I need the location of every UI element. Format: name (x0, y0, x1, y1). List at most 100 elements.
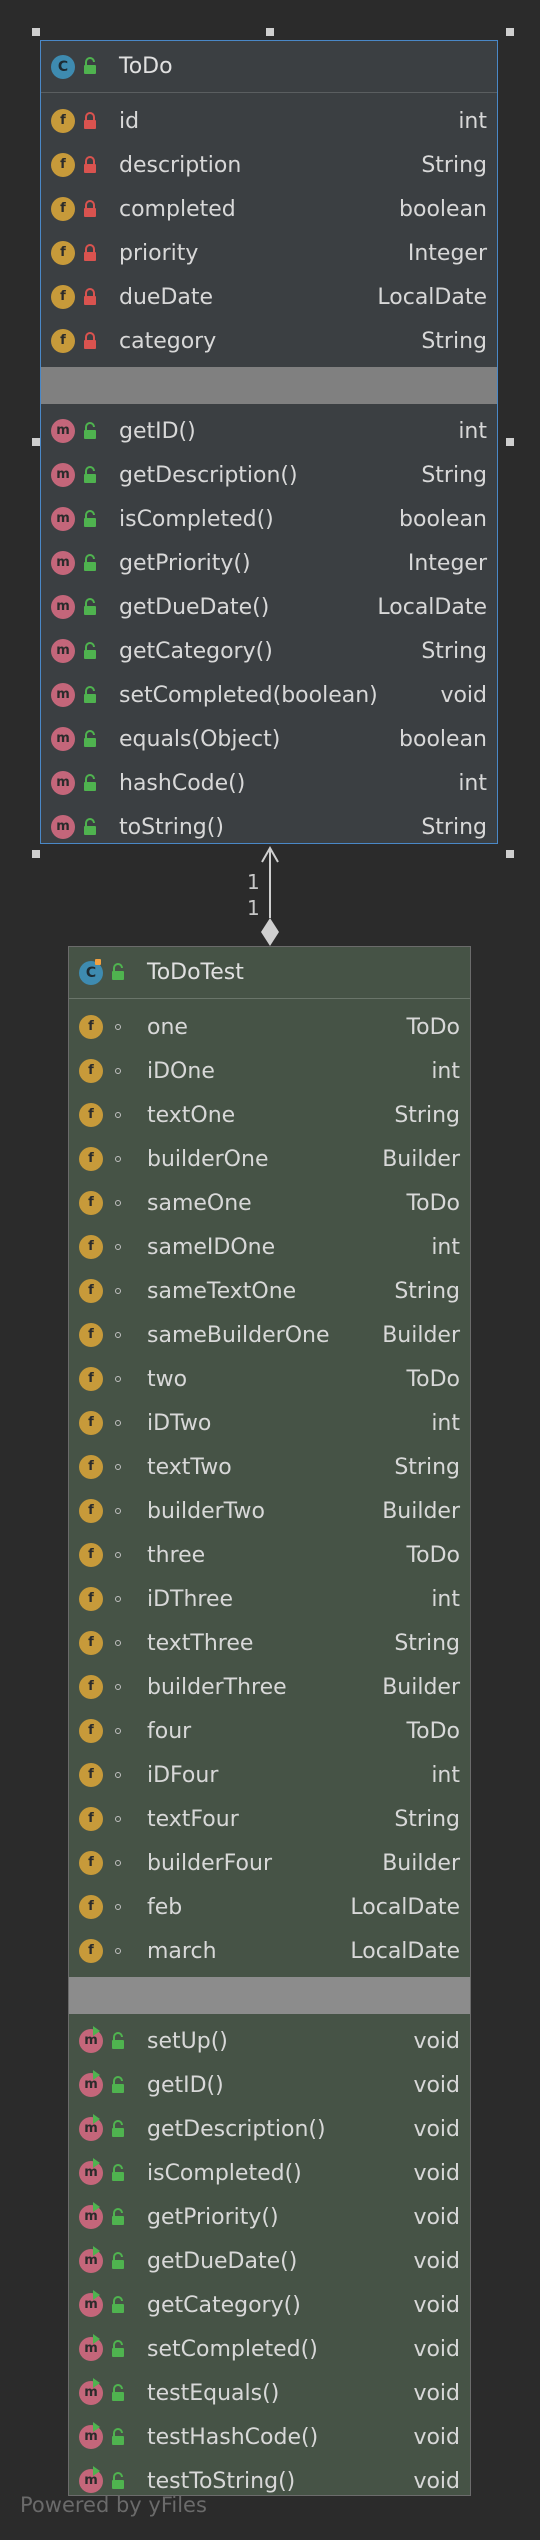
package-private-icon (115, 1464, 121, 1470)
multiplicity-source: 1 (247, 870, 260, 894)
method-name: getID() (147, 2073, 224, 2098)
class-name: ToDoTest (147, 960, 244, 985)
field-row[interactable]: f march LocalDate (69, 1930, 470, 1974)
field-icon: f (79, 1939, 103, 1963)
method-name: testHashCode() (147, 2425, 319, 2450)
field-row[interactable]: f builderFour Builder (69, 1842, 470, 1886)
package-private-icon (115, 1860, 121, 1866)
field-type: Builder (382, 1323, 460, 1348)
field-row[interactable]: f sameIDOne int (69, 1226, 470, 1270)
field-name: textThree (147, 1631, 254, 1656)
method-name: setUp() (147, 2029, 228, 2054)
field-row[interactable]: f iDOne int (69, 1050, 470, 1094)
field-name: textOne (147, 1103, 236, 1128)
field-icon: f (79, 1851, 103, 1875)
field-row[interactable]: f textFour String (69, 1798, 470, 1842)
field-icon: f (79, 1807, 103, 1831)
field-name: iDTwo (147, 1411, 212, 1436)
method-row[interactable]: m testHashCode() void (69, 2416, 470, 2460)
field-icon: f (79, 1279, 103, 1303)
field-row[interactable]: f sameOne ToDo (69, 1182, 470, 1226)
field-row[interactable]: f sameTextOne String (69, 1270, 470, 1314)
field-type: String (394, 1279, 460, 1304)
return-type: void (413, 2469, 460, 2494)
method-row[interactable]: m getDueDate() void (69, 2240, 470, 2284)
field-name: iDThree (147, 1587, 234, 1612)
method-name: getPriority() (147, 2205, 279, 2230)
field-row[interactable]: f textOne String (69, 1094, 470, 1138)
public-lock-icon (112, 963, 124, 980)
field-row[interactable]: f sameBuilderOne Builder (69, 1314, 470, 1358)
return-type: void (413, 2425, 460, 2450)
package-private-icon (115, 1200, 121, 1206)
package-private-icon (115, 1552, 121, 1558)
run-test-icon (93, 2466, 100, 2476)
field-row[interactable]: f four ToDo (69, 1710, 470, 1754)
method-name: getDueDate() (147, 2249, 298, 2274)
field-row[interactable]: f two ToDo (69, 1358, 470, 1402)
field-row[interactable]: f feb LocalDate (69, 1886, 470, 1930)
todotest-class-box[interactable]: C ToDoTest f one ToDo f iDOne int f textOne Stri… (68, 946, 471, 2496)
field-type: LocalDate (350, 1895, 460, 1920)
package-private-icon (115, 1288, 121, 1294)
field-row[interactable]: f builderThree Builder (69, 1666, 470, 1710)
aggregation-diamond-icon (261, 918, 279, 946)
field-icon: f (79, 1411, 103, 1435)
field-row[interactable]: f iDThree int (69, 1578, 470, 1622)
field-row[interactable]: f builderOne Builder (69, 1138, 470, 1182)
method-row[interactable]: m setUp() void (69, 2020, 470, 2064)
field-name: one (147, 1015, 188, 1040)
method-row[interactable]: m setCompleted() void (69, 2328, 470, 2372)
field-icon: f (79, 1059, 103, 1083)
fields-section: f one ToDo f iDOne int f textOne String f builderO… (69, 999, 470, 1974)
field-name: sameIDOne (147, 1235, 276, 1260)
field-type: ToDo (406, 1543, 460, 1568)
compartment-divider (69, 1977, 470, 2014)
field-icon: f (79, 1455, 103, 1479)
method-row[interactable]: m getPriority() void (69, 2196, 470, 2240)
methods-section: m setUp() void m getID() void m getDescription(… (69, 2020, 470, 2504)
method-row[interactable]: m getCategory() void (69, 2284, 470, 2328)
multiplicity-target: 1 (247, 896, 260, 920)
return-type: void (413, 2073, 460, 2098)
method-row[interactable]: m testEquals() void (69, 2372, 470, 2416)
run-test-icon (93, 2290, 100, 2300)
field-row[interactable]: f three ToDo (69, 1534, 470, 1578)
package-private-icon (115, 1068, 121, 1074)
run-test-icon (93, 2158, 100, 2168)
field-name: feb (147, 1895, 183, 1920)
field-icon: f (79, 1191, 103, 1215)
package-private-icon (115, 1728, 121, 1734)
field-row[interactable]: f builderTwo Builder (69, 1490, 470, 1534)
field-row[interactable]: f iDTwo int (69, 1402, 470, 1446)
field-type: String (394, 1631, 460, 1656)
package-private-icon (115, 1508, 121, 1514)
field-icon: f (79, 1103, 103, 1127)
field-row[interactable]: f one ToDo (69, 1006, 470, 1050)
package-private-icon (115, 1024, 121, 1030)
field-name: builderFour (147, 1851, 272, 1876)
package-private-icon (115, 1948, 121, 1954)
method-row[interactable]: m isCompleted() void (69, 2152, 470, 2196)
run-test-icon (93, 2378, 100, 2388)
method-row[interactable]: m getID() void (69, 2064, 470, 2108)
field-type: ToDo (406, 1015, 460, 1040)
run-test-icon (93, 2070, 100, 2080)
field-type: int (431, 1059, 460, 1084)
method-name: setCompleted() (147, 2337, 318, 2362)
field-icon: f (79, 1147, 103, 1171)
method-row[interactable]: m getDescription() void (69, 2108, 470, 2152)
field-name: builderThree (147, 1675, 287, 1700)
field-row[interactable]: f iDFour int (69, 1754, 470, 1798)
field-type: String (394, 1103, 460, 1128)
field-type: String (394, 1455, 460, 1480)
run-test-icon (93, 2334, 100, 2344)
field-icon: f (79, 1323, 103, 1347)
field-name: iDOne (147, 1059, 215, 1084)
field-name: four (147, 1719, 192, 1744)
field-row[interactable]: f textThree String (69, 1622, 470, 1666)
field-row[interactable]: f textTwo String (69, 1446, 470, 1490)
package-private-icon (115, 1420, 121, 1426)
field-type: Builder (382, 1147, 460, 1172)
return-type: void (413, 2381, 460, 2406)
